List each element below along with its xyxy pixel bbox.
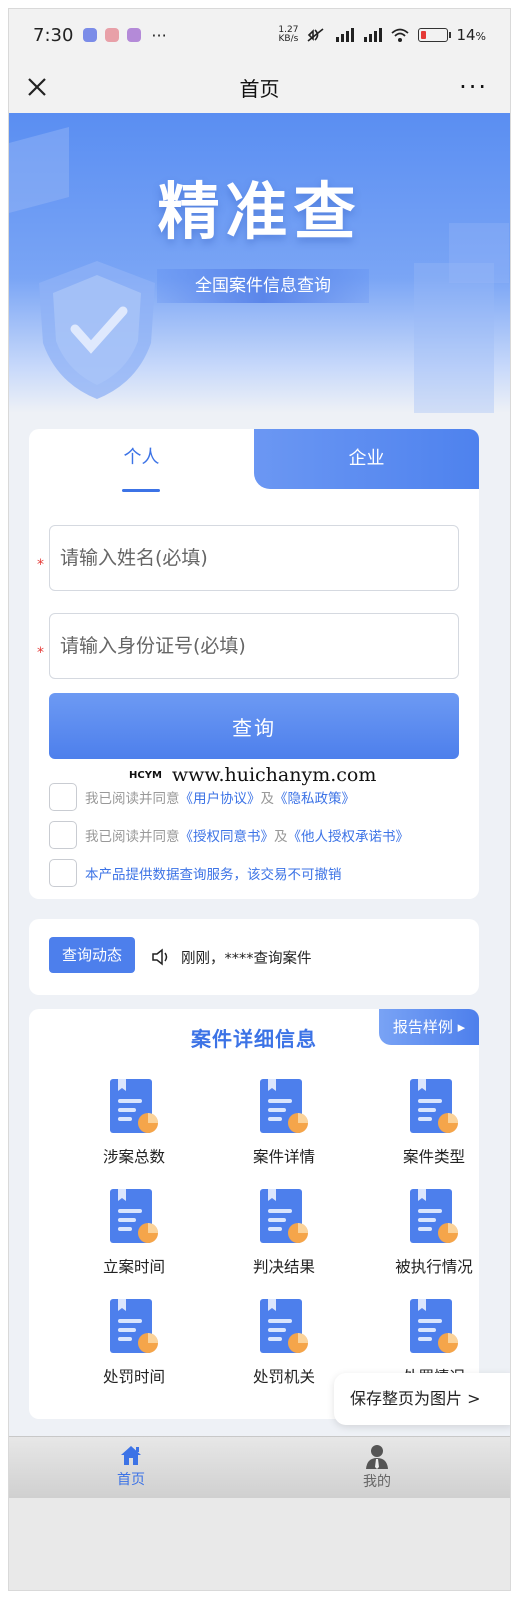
caret-right-icon: ▸: [457, 1018, 466, 1036]
more-menu-button[interactable]: ···: [459, 73, 488, 101]
irrevocable-notice: 本产品提供数据查询服务，该交易不可撤销: [85, 867, 342, 883]
wifi-icon: [391, 28, 410, 42]
tab-mine-label: 我的: [363, 1474, 391, 1490]
user-icon: [366, 1445, 388, 1469]
case-detail-label: 案件详情: [252, 1148, 315, 1166]
query-dynamic-card: 查询动态 刚刚，****查询案件: [29, 919, 479, 995]
privacy-policy-link[interactable]: 《隐私政策》: [274, 787, 355, 807]
case-detail-item: 案件类型: [374, 1077, 494, 1167]
agreement-checkbox[interactable]: [49, 783, 77, 811]
decor-cube-2: [414, 263, 494, 413]
speaker-icon: [152, 948, 168, 966]
user-agreement-link[interactable]: 《用户协议》: [180, 787, 261, 807]
close-icon[interactable]: [23, 73, 51, 101]
shield-icon: [39, 261, 155, 399]
status-bar: 7:30 ··· 1.27 KB/s 14%: [9, 9, 510, 61]
case-detail-item: 处罚时间: [74, 1297, 194, 1387]
report-document-icon: [260, 1079, 308, 1133]
tab-home[interactable]: 首页: [91, 1443, 171, 1489]
case-detail-label: 处罚时间: [102, 1368, 165, 1386]
query-button[interactable]: 查询: [49, 693, 459, 759]
save-page-as-image-button[interactable]: 保存整页为图片 >: [334, 1373, 510, 1425]
notification-icon-3: [127, 28, 142, 42]
report-document-icon: [410, 1079, 458, 1133]
query-tabs: 个人 企业: [29, 429, 479, 492]
nav-bar: 首页 ···: [9, 61, 510, 113]
case-detail-item: 立案时间: [74, 1187, 194, 1277]
report-document-icon: [110, 1299, 158, 1353]
query-form-card: 个人 企业 * * 查询 我已阅读并同意 《用户协议》 及 《隐私政策》 HCY…: [29, 429, 479, 899]
page-title: 首页: [239, 76, 280, 101]
watermark: HCYM www.huichanym.com: [129, 764, 377, 786]
case-detail-label: 立案时间: [102, 1258, 165, 1276]
battery-icon: [418, 28, 452, 42]
case-detail-item: 案件详情: [224, 1077, 344, 1167]
required-mark: *: [37, 557, 44, 573]
home-icon: [121, 1446, 141, 1465]
notification-icon-1: [83, 28, 98, 42]
case-details-card: 案件详细信息 报告样例 ▸ 涉案总数 案件详情 案件类型 立案时间 判决结果 被执行情况处…: [29, 1009, 479, 1419]
tab-personal[interactable]: 个人: [29, 429, 254, 489]
status-more: ···: [151, 25, 167, 45]
tab-home-label: 首页: [117, 1472, 145, 1488]
notification-icon-2: [105, 28, 120, 42]
case-detail-item: 涉案总数: [74, 1077, 194, 1167]
agreement-text: 我已阅读并同意: [85, 791, 180, 807]
agreement-text: 我已阅读并同意: [85, 829, 180, 845]
agreement-row-authorization: 我已阅读并同意 《授权同意书》 及 《他人授权承诺书》: [49, 821, 409, 849]
authorization-checkbox[interactable]: [49, 821, 77, 849]
report-document-icon: [410, 1189, 458, 1243]
case-detail-label: 判决结果: [252, 1258, 315, 1276]
agreement-row-user: 我已阅读并同意 《用户协议》 及 《隐私政策》: [49, 783, 355, 811]
query-dynamic-badge: 查询动态: [49, 937, 135, 973]
report-sample-label: 报告样例: [392, 1018, 453, 1036]
case-detail-item: 判决结果: [224, 1187, 344, 1277]
tab-company[interactable]: 企业: [254, 429, 479, 489]
phone-frame: 7:30 ··· 1.27 KB/s 14% 首页 ··· 精准查 全国案件信息…: [8, 8, 511, 1591]
case-detail-label: 涉案总数: [102, 1148, 165, 1166]
bottom-tab-bar: 首页 我的: [9, 1436, 510, 1498]
status-time: 7:30: [33, 24, 74, 46]
watermark-logo: HCYM: [129, 769, 162, 781]
required-mark: *: [37, 645, 44, 661]
third-party-authorization-link[interactable]: 《他人授权承诺书》: [288, 825, 410, 845]
speed-unit: KB/s: [278, 34, 299, 44]
authorization-consent-link[interactable]: 《授权同意书》: [180, 825, 275, 845]
agreement-and: 及: [260, 791, 275, 807]
watermark-url: www.huichanym.com: [171, 764, 377, 786]
hero-title: 精准查: [157, 175, 362, 248]
signal-icon-2: [364, 28, 383, 42]
tab-active-indicator: [122, 489, 160, 492]
bottom-gray-area: [9, 1498, 510, 1590]
hero-banner: 精准查 全国案件信息查询: [9, 113, 510, 413]
case-detail-label: 案件类型: [402, 1148, 465, 1166]
report-document-icon: [260, 1189, 308, 1243]
status-right: 1.27 KB/s 14%: [278, 26, 486, 45]
case-detail-item: 处罚机关: [224, 1297, 344, 1387]
report-document-icon: [110, 1189, 158, 1243]
hero-subtitle: 全国案件信息查询: [157, 269, 369, 303]
case-detail-item: 被执行情况: [374, 1187, 494, 1277]
query-dynamic-text: 刚刚，****查询案件: [181, 951, 312, 967]
report-sample-button[interactable]: 报告样例 ▸: [379, 1009, 479, 1045]
name-input[interactable]: [49, 525, 459, 591]
notice-checkbox[interactable]: [49, 859, 77, 887]
agreement-and: 及: [274, 829, 288, 845]
network-speed: 1.27 KB/s: [278, 26, 298, 44]
case-detail-label: 处罚机关: [252, 1368, 315, 1386]
tab-mine[interactable]: 我的: [337, 1443, 417, 1491]
signal-icon-1: [336, 28, 355, 42]
battery-value: 14: [456, 26, 476, 44]
mute-icon: [307, 28, 324, 42]
case-detail-label: 被执行情况: [395, 1258, 473, 1276]
battery-unit: %: [475, 30, 486, 43]
report-document-icon: [410, 1299, 458, 1353]
report-document-icon: [260, 1299, 308, 1353]
notice-row: 本产品提供数据查询服务，该交易不可撤销: [49, 859, 342, 887]
report-document-icon: [110, 1079, 158, 1133]
id-number-input[interactable]: [49, 613, 459, 679]
battery-percent: 14%: [456, 26, 486, 44]
